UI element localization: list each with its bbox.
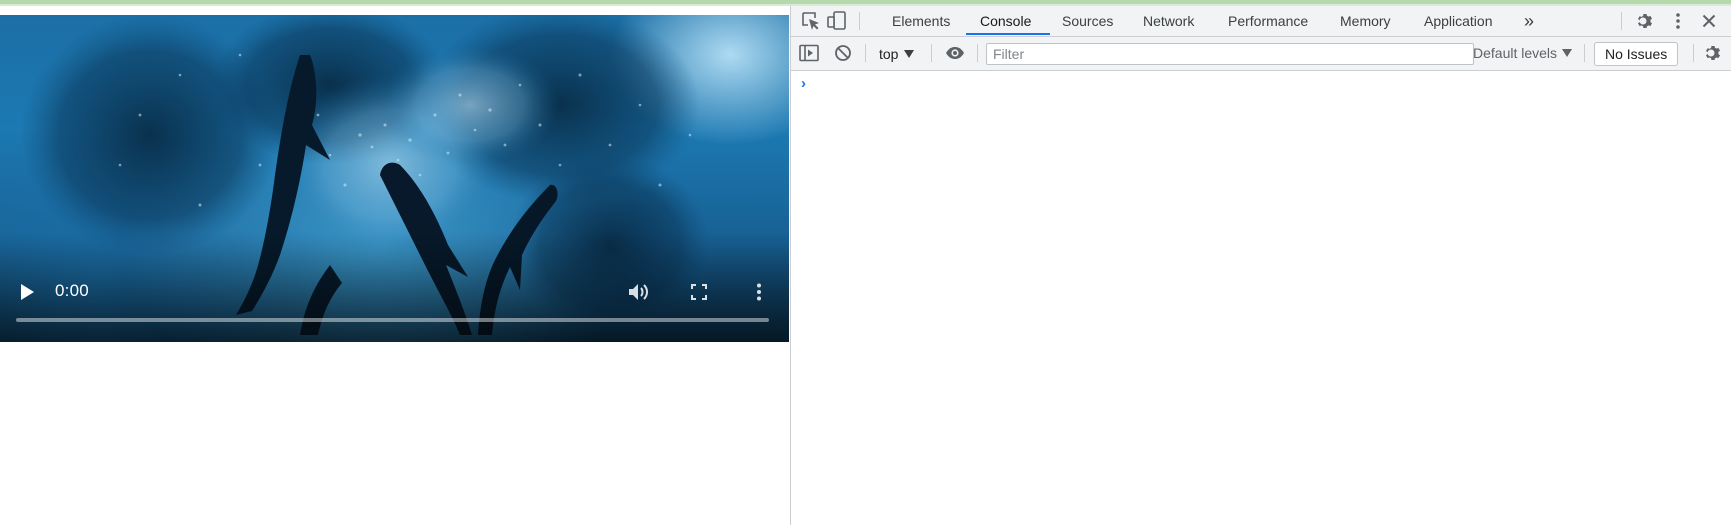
devtools-main-toolbar: Elements Console Sources Network Perform… bbox=[791, 6, 1731, 37]
volume-icon bbox=[629, 284, 648, 300]
page-viewport: 0:00 bbox=[0, 6, 790, 525]
inspect-element-icon bbox=[802, 12, 819, 30]
issues-button[interactable]: No Issues bbox=[1594, 42, 1679, 66]
tab-performance[interactable]: Performance bbox=[1228, 6, 1308, 36]
dropdown-arrow-icon bbox=[904, 50, 915, 58]
live-expression-button[interactable] bbox=[943, 41, 967, 65]
javascript-context-select[interactable]: top bbox=[879, 45, 915, 63]
mute-button[interactable] bbox=[626, 279, 652, 305]
settings-icon bbox=[1638, 14, 1652, 28]
active-tab-indicator bbox=[966, 33, 1050, 35]
current-time: 0:00 bbox=[55, 281, 89, 300]
more-vert-icon bbox=[757, 283, 761, 301]
tab-elements[interactable]: Elements bbox=[892, 6, 950, 36]
device-toolbar-button[interactable] bbox=[825, 9, 849, 33]
console-filter-input[interactable] bbox=[986, 43, 1474, 65]
device-toolbar-icon bbox=[827, 11, 846, 30]
toolbar-divider bbox=[859, 12, 860, 30]
tab-network[interactable]: Network bbox=[1143, 6, 1194, 36]
eye-icon bbox=[946, 47, 964, 59]
console-toolbar: top Default levels No Issues bbox=[791, 37, 1731, 71]
more-options-button[interactable] bbox=[746, 279, 772, 305]
close-devtools-button[interactable] bbox=[1697, 9, 1721, 33]
toolbar-divider bbox=[1584, 44, 1585, 62]
fullscreen-icon bbox=[691, 284, 707, 300]
log-levels-select[interactable]: Default levels bbox=[1473, 45, 1573, 61]
devtools-panel: Elements Console Sources Network Perform… bbox=[790, 6, 1731, 525]
toolbar-divider bbox=[931, 44, 932, 62]
devtools-settings-button[interactable] bbox=[1633, 9, 1657, 33]
tab-memory[interactable]: Memory bbox=[1340, 6, 1391, 36]
clear-console-button[interactable] bbox=[831, 41, 855, 65]
inspect-element-button[interactable] bbox=[799, 9, 823, 33]
devtools-menu-button[interactable] bbox=[1666, 9, 1690, 33]
toolbar-divider bbox=[977, 44, 978, 62]
tab-console[interactable]: Console bbox=[980, 6, 1031, 36]
more-tabs-button[interactable]: » bbox=[1524, 6, 1534, 36]
toolbar-divider bbox=[865, 44, 866, 62]
tab-sources[interactable]: Sources bbox=[1062, 6, 1113, 36]
play-icon bbox=[21, 284, 34, 300]
close-icon bbox=[1702, 14, 1716, 28]
fullscreen-button[interactable] bbox=[686, 279, 712, 305]
show-console-sidebar-button[interactable] bbox=[797, 41, 821, 65]
video-player[interactable]: 0:00 bbox=[0, 15, 789, 342]
context-select-value: top bbox=[879, 46, 899, 62]
tab-application[interactable]: Application bbox=[1424, 6, 1493, 36]
toolbar-divider bbox=[1693, 44, 1694, 62]
console-output[interactable]: › bbox=[791, 71, 1731, 525]
console-prompt-icon: › bbox=[801, 75, 806, 92]
console-settings-button[interactable] bbox=[1701, 41, 1725, 65]
clear-console-icon bbox=[835, 45, 851, 61]
toolbar-divider bbox=[1621, 12, 1622, 30]
settings-icon bbox=[1706, 46, 1720, 60]
kebab-menu-icon bbox=[1676, 13, 1680, 29]
video-progress-bar[interactable] bbox=[16, 318, 769, 322]
play-button[interactable] bbox=[14, 279, 40, 305]
dropdown-arrow-icon bbox=[1562, 49, 1573, 57]
sidebar-toggle-icon bbox=[799, 44, 819, 62]
video-controls-gradient bbox=[0, 232, 789, 342]
log-levels-label: Default levels bbox=[1473, 45, 1558, 61]
